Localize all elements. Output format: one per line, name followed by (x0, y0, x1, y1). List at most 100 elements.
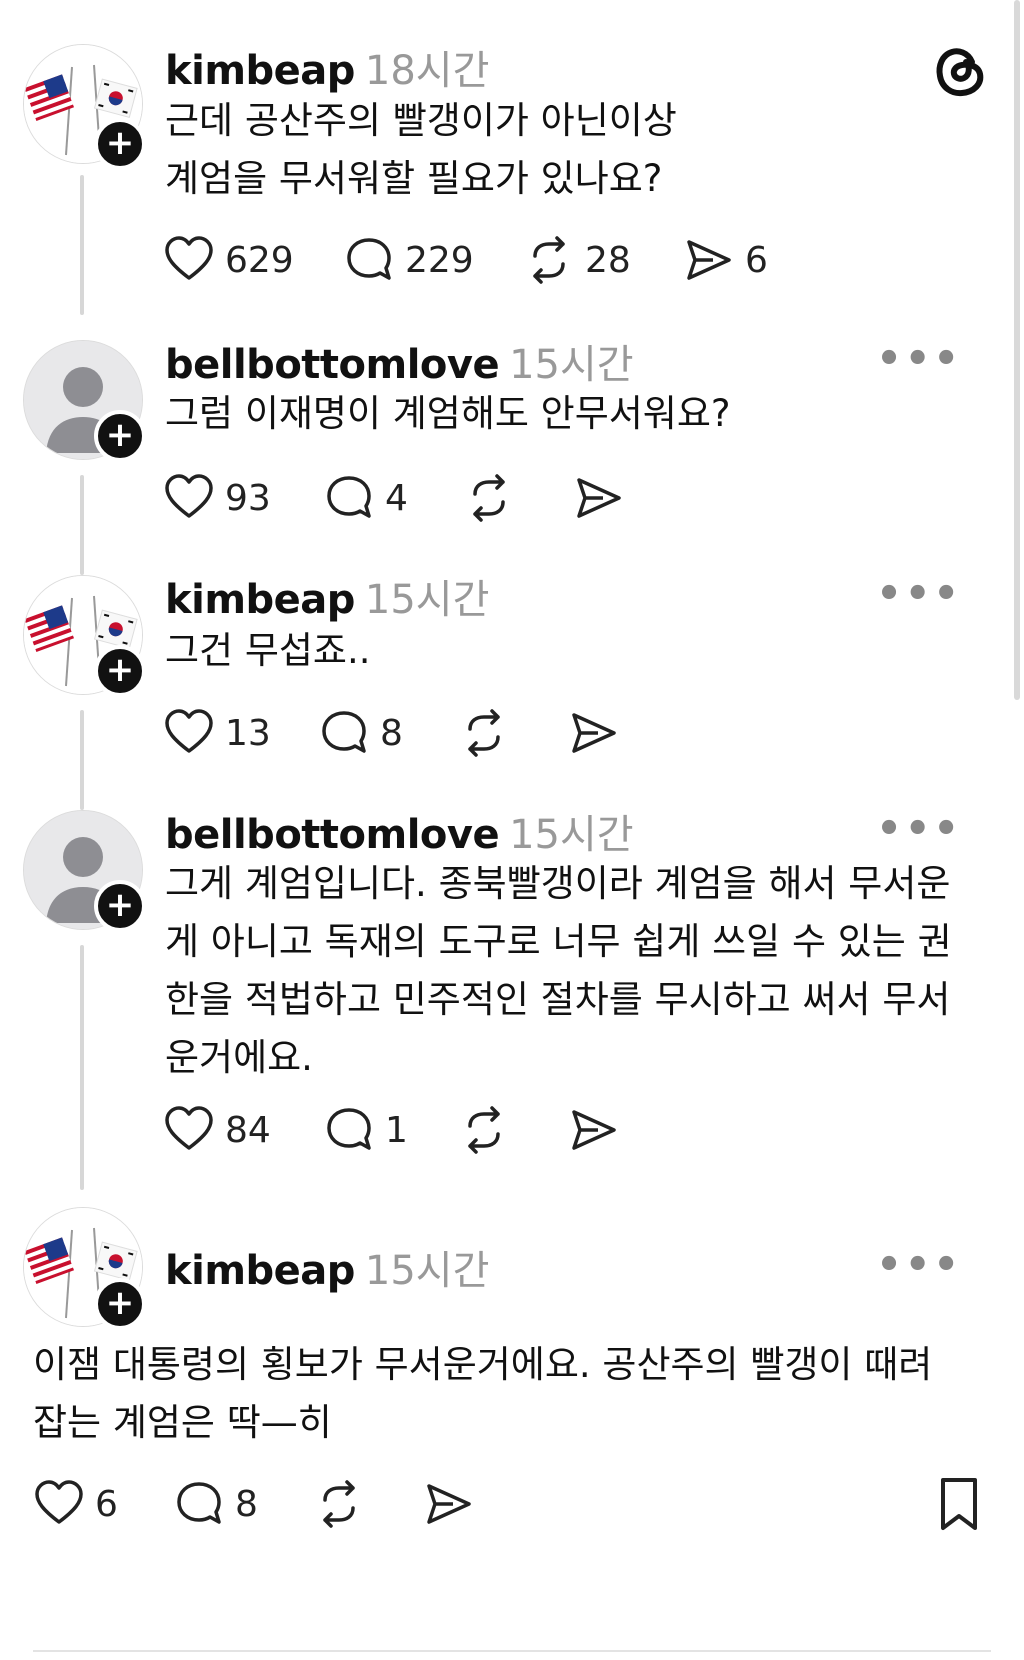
follow-plus-button[interactable]: + (94, 410, 146, 462)
reply-button[interactable]: 229 (343, 234, 523, 286)
reply-button[interactable]: 4 (323, 472, 463, 524)
send-icon (577, 478, 621, 518)
like-count: 93 (225, 477, 271, 519)
post-text: 이잼 대통령의 횡보가 무서운거에요. 공산주의 빨갱이 때려 잡는 계엄은 딱… (33, 1336, 993, 1452)
post-actions: 13 8 (163, 705, 620, 761)
follow-plus-button[interactable]: + (94, 118, 146, 170)
text-line: 운거에요. (165, 1036, 313, 1079)
post-text: 그건 무섭죠.. (165, 622, 985, 680)
text-line: 그게 계엄입니다. 종북빨갱이라 계엄을 해서 무서운 (165, 862, 951, 905)
share-button[interactable] (568, 1104, 620, 1156)
text-line: 그건 무섭죠.. (165, 629, 371, 672)
like-button[interactable]: 629 (163, 234, 343, 286)
text-line: 그럼 이재명이 계엄해도 안무서워요? (165, 392, 731, 435)
post-actions: 93 4 (163, 470, 625, 526)
share-button[interactable] (423, 1478, 475, 1530)
follow-plus-button[interactable]: + (94, 1278, 146, 1330)
post-time: 15시간 (509, 812, 634, 858)
post-actions: 6 8 (33, 1476, 475, 1532)
more-options-button[interactable]: ••• (876, 336, 962, 382)
divider (33, 1650, 991, 1652)
comment-icon (347, 238, 391, 280)
like-button[interactable]: 93 (163, 472, 323, 524)
like-count: 6 (95, 1483, 118, 1525)
like-button[interactable]: 13 (163, 707, 318, 759)
repost-icon (468, 709, 500, 757)
heart-icon (35, 1480, 83, 1524)
username[interactable]: kimbeap (165, 577, 355, 623)
share-button[interactable]: 6 (683, 234, 768, 286)
text-line: 계엄을 무서워할 필요가 있나요? (165, 157, 663, 200)
thread-line (80, 945, 84, 1190)
threads-logo-icon[interactable] (932, 40, 988, 100)
follow-plus-button[interactable]: + (94, 880, 146, 932)
thread-line (80, 710, 84, 810)
repost-button[interactable] (463, 472, 573, 524)
like-count: 13 (225, 712, 271, 754)
send-icon (687, 240, 731, 280)
reply-count: 4 (385, 477, 408, 519)
share-button[interactable] (573, 472, 625, 524)
username[interactable]: kimbeap (165, 48, 355, 94)
repost-icon (468, 1106, 500, 1154)
text-line: 근데 공산주의 빨갱이가 아닌이상 (165, 99, 677, 142)
send-icon (572, 713, 616, 753)
repost-icon (323, 1480, 355, 1528)
reply-button[interactable]: 8 (318, 707, 458, 759)
send-icon (427, 1484, 471, 1524)
like-count: 629 (225, 239, 294, 281)
heart-icon (165, 474, 213, 518)
post-time: 15시간 (509, 342, 634, 388)
reply-button[interactable]: 1 (323, 1104, 458, 1156)
share-count: 6 (745, 239, 768, 281)
repost-button[interactable]: 28 (523, 234, 683, 286)
repost-button[interactable] (458, 1104, 568, 1156)
more-options-button[interactable]: ••• (876, 806, 962, 852)
bookmark-icon[interactable] (935, 1476, 983, 1532)
like-button[interactable]: 6 (33, 1478, 173, 1530)
text-line: 게 아니고 독재의 도구로 너무 쉽게 쓰일 수 있는 권 (165, 920, 952, 963)
text-line: 잡는 계엄은 딱—히 (33, 1401, 332, 1444)
repost-icon (533, 236, 565, 284)
like-count: 84 (225, 1109, 271, 1151)
comment-icon (177, 1482, 221, 1524)
post-header: kimbeap 15시간 (165, 567, 489, 625)
more-options-button[interactable]: ••• (876, 1242, 962, 1288)
comment-icon (322, 711, 366, 753)
more-options-button[interactable]: ••• (876, 571, 962, 617)
username[interactable]: bellbottomlove (165, 342, 500, 388)
post-header: kimbeap 18시간 (165, 38, 489, 96)
username[interactable]: bellbottomlove (165, 812, 500, 858)
reply-button[interactable]: 8 (173, 1478, 313, 1530)
post-header: bellbottomlove 15시간 (165, 802, 634, 860)
thread-line (80, 175, 84, 315)
username[interactable]: kimbeap (165, 1248, 355, 1294)
post-actions: 84 1 (163, 1102, 620, 1158)
repost-button[interactable] (313, 1478, 423, 1530)
scrollbar[interactable] (1014, 0, 1020, 700)
post-header: kimbeap 15시간 (165, 1238, 489, 1296)
text-line: 한을 적법하고 민주적인 절차를 무시하고 써서 무서 (165, 978, 951, 1021)
comment-icon (327, 476, 371, 518)
post-time: 18시간 (364, 48, 490, 94)
reply-count: 1 (385, 1109, 408, 1151)
post-text: 근데 공산주의 빨갱이가 아닌이상 계엄을 무서워할 필요가 있나요? (165, 92, 985, 208)
post-time: 15시간 (364, 577, 490, 623)
reply-count: 229 (405, 239, 474, 281)
post-text: 그럼 이재명이 계엄해도 안무서워요? (165, 385, 985, 443)
repost-count: 28 (585, 239, 631, 281)
repost-button[interactable] (458, 707, 568, 759)
like-button[interactable]: 84 (163, 1104, 323, 1156)
share-button[interactable] (568, 707, 620, 759)
heart-icon (165, 1106, 213, 1150)
reply-count: 8 (380, 712, 403, 754)
post-time: 15시간 (364, 1248, 490, 1294)
post-text: 그게 계엄입니다. 종북빨갱이라 계엄을 해서 무서운 게 아니고 독재의 도구… (165, 855, 985, 1087)
comment-icon (327, 1108, 371, 1150)
heart-icon (165, 709, 213, 753)
follow-plus-button[interactable]: + (94, 645, 146, 697)
send-icon (572, 1110, 616, 1150)
reply-count: 8 (235, 1483, 258, 1525)
thread-line (80, 475, 84, 575)
post-actions: 629 229 28 6 (163, 232, 768, 288)
